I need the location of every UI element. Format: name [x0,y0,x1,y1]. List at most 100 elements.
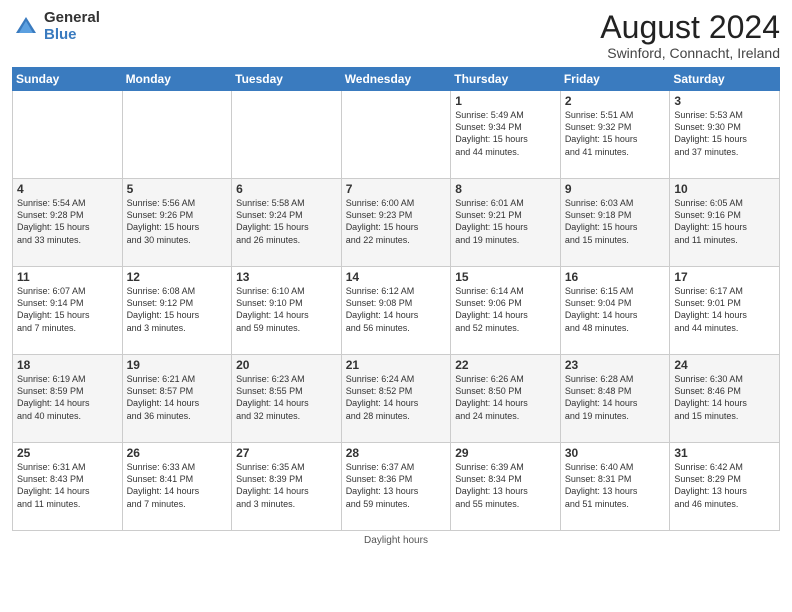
calendar-cell: 9Sunrise: 6:03 AM Sunset: 9:18 PM Daylig… [560,179,670,267]
calendar-cell: 23Sunrise: 6:28 AM Sunset: 8:48 PM Dayli… [560,355,670,443]
calendar-cell: 20Sunrise: 6:23 AM Sunset: 8:55 PM Dayli… [232,355,342,443]
day-info: Sunrise: 6:01 AM Sunset: 9:21 PM Dayligh… [455,197,556,246]
day-info: Sunrise: 6:05 AM Sunset: 9:16 PM Dayligh… [674,197,775,246]
header: General Blue August 2024 Swinford, Conna… [12,10,780,61]
logo-blue: Blue [44,27,100,44]
logo-text: General Blue [44,10,100,43]
day-number: 25 [17,446,118,460]
day-number: 17 [674,270,775,284]
day-number: 14 [346,270,447,284]
calendar-cell: 2Sunrise: 5:51 AM Sunset: 9:32 PM Daylig… [560,91,670,179]
day-number: 21 [346,358,447,372]
calendar-cell: 3Sunrise: 5:53 AM Sunset: 9:30 PM Daylig… [670,91,780,179]
day-number: 3 [674,94,775,108]
calendar-cell: 21Sunrise: 6:24 AM Sunset: 8:52 PM Dayli… [341,355,451,443]
day-number: 29 [455,446,556,460]
day-info: Sunrise: 6:19 AM Sunset: 8:59 PM Dayligh… [17,373,118,422]
page-subtitle: Swinford, Connacht, Ireland [600,45,780,61]
day-number: 31 [674,446,775,460]
calendar-cell: 26Sunrise: 6:33 AM Sunset: 8:41 PM Dayli… [122,443,232,531]
day-number: 15 [455,270,556,284]
calendar-cell: 22Sunrise: 6:26 AM Sunset: 8:50 PM Dayli… [451,355,561,443]
calendar-cell [13,91,123,179]
calendar-cell: 7Sunrise: 6:00 AM Sunset: 9:23 PM Daylig… [341,179,451,267]
page-container: General Blue August 2024 Swinford, Conna… [0,0,792,612]
day-number: 1 [455,94,556,108]
calendar-cell: 12Sunrise: 6:08 AM Sunset: 9:12 PM Dayli… [122,267,232,355]
day-info: Sunrise: 6:14 AM Sunset: 9:06 PM Dayligh… [455,285,556,334]
calendar-header-sunday: Sunday [13,68,123,91]
footer-text: Daylight hours [364,535,428,546]
calendar-cell: 19Sunrise: 6:21 AM Sunset: 8:57 PM Dayli… [122,355,232,443]
calendar-cell [122,91,232,179]
calendar-week-row: 18Sunrise: 6:19 AM Sunset: 8:59 PM Dayli… [13,355,780,443]
calendar-table: SundayMondayTuesdayWednesdayThursdayFrid… [12,67,780,531]
day-number: 7 [346,182,447,196]
day-number: 10 [674,182,775,196]
day-number: 16 [565,270,666,284]
calendar-cell: 11Sunrise: 6:07 AM Sunset: 9:14 PM Dayli… [13,267,123,355]
day-number: 24 [674,358,775,372]
day-number: 30 [565,446,666,460]
logo-general: General [44,10,100,27]
logo-icon [12,13,40,41]
day-info: Sunrise: 6:08 AM Sunset: 9:12 PM Dayligh… [127,285,228,334]
day-info: Sunrise: 6:07 AM Sunset: 9:14 PM Dayligh… [17,285,118,334]
day-number: 28 [346,446,447,460]
calendar-header-monday: Monday [122,68,232,91]
day-info: Sunrise: 6:28 AM Sunset: 8:48 PM Dayligh… [565,373,666,422]
day-info: Sunrise: 5:51 AM Sunset: 9:32 PM Dayligh… [565,109,666,158]
calendar-cell: 15Sunrise: 6:14 AM Sunset: 9:06 PM Dayli… [451,267,561,355]
calendar-cell [341,91,451,179]
day-number: 27 [236,446,337,460]
day-info: Sunrise: 6:39 AM Sunset: 8:34 PM Dayligh… [455,461,556,510]
calendar-cell: 1Sunrise: 5:49 AM Sunset: 9:34 PM Daylig… [451,91,561,179]
calendar-cell: 29Sunrise: 6:39 AM Sunset: 8:34 PM Dayli… [451,443,561,531]
day-info: Sunrise: 6:42 AM Sunset: 8:29 PM Dayligh… [674,461,775,510]
calendar-header-tuesday: Tuesday [232,68,342,91]
calendar-cell: 30Sunrise: 6:40 AM Sunset: 8:31 PM Dayli… [560,443,670,531]
calendar-header-thursday: Thursday [451,68,561,91]
day-info: Sunrise: 6:40 AM Sunset: 8:31 PM Dayligh… [565,461,666,510]
calendar-cell: 28Sunrise: 6:37 AM Sunset: 8:36 PM Dayli… [341,443,451,531]
calendar-header-friday: Friday [560,68,670,91]
day-info: Sunrise: 6:23 AM Sunset: 8:55 PM Dayligh… [236,373,337,422]
day-number: 26 [127,446,228,460]
day-number: 22 [455,358,556,372]
title-block: August 2024 Swinford, Connacht, Ireland [600,10,780,61]
day-info: Sunrise: 6:17 AM Sunset: 9:01 PM Dayligh… [674,285,775,334]
day-number: 12 [127,270,228,284]
day-number: 19 [127,358,228,372]
calendar-cell: 10Sunrise: 6:05 AM Sunset: 9:16 PM Dayli… [670,179,780,267]
day-number: 2 [565,94,666,108]
calendar-cell: 17Sunrise: 6:17 AM Sunset: 9:01 PM Dayli… [670,267,780,355]
calendar-week-row: 1Sunrise: 5:49 AM Sunset: 9:34 PM Daylig… [13,91,780,179]
day-number: 23 [565,358,666,372]
day-info: Sunrise: 5:58 AM Sunset: 9:24 PM Dayligh… [236,197,337,246]
day-info: Sunrise: 6:21 AM Sunset: 8:57 PM Dayligh… [127,373,228,422]
day-number: 4 [17,182,118,196]
day-info: Sunrise: 5:54 AM Sunset: 9:28 PM Dayligh… [17,197,118,246]
day-info: Sunrise: 5:53 AM Sunset: 9:30 PM Dayligh… [674,109,775,158]
day-info: Sunrise: 6:03 AM Sunset: 9:18 PM Dayligh… [565,197,666,246]
footer: Daylight hours [12,535,780,546]
day-number: 8 [455,182,556,196]
day-info: Sunrise: 6:00 AM Sunset: 9:23 PM Dayligh… [346,197,447,246]
day-number: 5 [127,182,228,196]
calendar-cell: 4Sunrise: 5:54 AM Sunset: 9:28 PM Daylig… [13,179,123,267]
calendar-cell: 6Sunrise: 5:58 AM Sunset: 9:24 PM Daylig… [232,179,342,267]
day-info: Sunrise: 6:12 AM Sunset: 9:08 PM Dayligh… [346,285,447,334]
day-info: Sunrise: 6:24 AM Sunset: 8:52 PM Dayligh… [346,373,447,422]
day-info: Sunrise: 6:10 AM Sunset: 9:10 PM Dayligh… [236,285,337,334]
day-number: 20 [236,358,337,372]
day-number: 11 [17,270,118,284]
day-number: 13 [236,270,337,284]
day-info: Sunrise: 6:30 AM Sunset: 8:46 PM Dayligh… [674,373,775,422]
day-info: Sunrise: 6:26 AM Sunset: 8:50 PM Dayligh… [455,373,556,422]
calendar-week-row: 4Sunrise: 5:54 AM Sunset: 9:28 PM Daylig… [13,179,780,267]
calendar-cell: 24Sunrise: 6:30 AM Sunset: 8:46 PM Dayli… [670,355,780,443]
calendar-cell: 25Sunrise: 6:31 AM Sunset: 8:43 PM Dayli… [13,443,123,531]
calendar-cell: 13Sunrise: 6:10 AM Sunset: 9:10 PM Dayli… [232,267,342,355]
calendar-cell: 18Sunrise: 6:19 AM Sunset: 8:59 PM Dayli… [13,355,123,443]
calendar-header-row: SundayMondayTuesdayWednesdayThursdayFrid… [13,68,780,91]
